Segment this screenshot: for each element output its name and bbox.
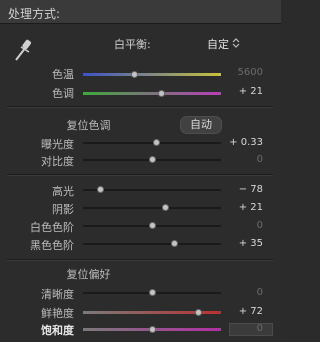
panel-header: 处理方式: [0,0,281,24]
saturation-value[interactable]: 0 [213,323,263,334]
reset-presence-button[interactable]: 复位偏好 [0,266,229,282]
blacks-value[interactable]: + 35 [213,238,263,249]
clarity-label: 清晰度 [41,288,74,301]
clarity-value[interactable]: 0 [213,287,263,298]
contrast-value[interactable]: 0 [213,154,263,165]
shadows-slider-thumb[interactable] [162,204,170,211]
saturation-slider-thumb[interactable] [148,326,156,333]
blacks-slider-thumb[interactable] [170,240,178,247]
vibrance-label: 鲜艳度 [41,307,74,320]
vibrance-value[interactable]: + 72 [213,306,263,317]
tint-slider-track[interactable] [83,90,221,97]
white-balance-dropdown[interactable]: 自定 [207,36,229,52]
white-balance-label: 白平衡: [114,38,151,51]
shadows-slider-track[interactable] [83,204,221,211]
tint-label: 色调 [52,87,74,100]
saturation-label: 饱和度 [41,324,74,337]
basic-panel: 处理方式: 白平衡: 自定 色温 5600 色调 + 21 复位色调 自动 曝光… [0,0,281,342]
whites-slider-track[interactable] [83,222,221,229]
temperature-value[interactable]: 5600 [213,67,263,78]
vibrance-slider-track[interactable] [83,309,221,316]
highlights-slider-track[interactable] [83,186,221,193]
tint-value[interactable]: + 21 [213,86,263,97]
blacks-slider-track[interactable] [83,240,221,247]
contrast-slider-thumb[interactable] [148,156,156,163]
contrast-slider-track[interactable] [83,156,221,163]
section-divider [7,106,273,108]
panel-title: 处理方式: [8,7,61,21]
temperature-label: 色温 [52,68,74,81]
saturation-slider-track[interactable] [83,326,221,333]
section-divider [7,174,273,176]
vibrance-slider-thumb[interactable] [195,309,203,316]
whites-value[interactable]: 0 [213,220,263,231]
auto-tone-button[interactable]: 自动 [180,116,222,134]
highlights-value[interactable]: − 78 [213,184,263,195]
temperature-slider-track[interactable] [83,71,221,78]
blacks-label: 黑色色阶 [30,239,74,252]
clarity-slider-thumb[interactable] [148,289,156,296]
clarity-slider-track[interactable] [83,289,221,296]
contrast-label: 对比度 [41,155,74,168]
tint-slider-thumb[interactable] [158,90,166,97]
whites-slider-thumb[interactable] [148,222,156,229]
exposure-slider-thumb[interactable] [152,139,160,146]
exposure-value[interactable]: + 0.33 [213,137,263,148]
temperature-slider-thumb[interactable] [130,71,138,78]
up-down-chevron-icon[interactable] [232,38,240,48]
exposure-label: 曝光度 [41,138,74,151]
shadows-label: 阴影 [52,203,74,216]
shadows-value[interactable]: + 21 [213,202,263,213]
exposure-slider-track[interactable] [83,139,221,146]
highlights-label: 高光 [52,185,74,198]
whites-label: 白色色阶 [30,221,74,234]
section-divider [7,259,273,261]
highlights-slider-thumb[interactable] [97,186,105,193]
eyedropper-icon[interactable] [13,37,33,63]
